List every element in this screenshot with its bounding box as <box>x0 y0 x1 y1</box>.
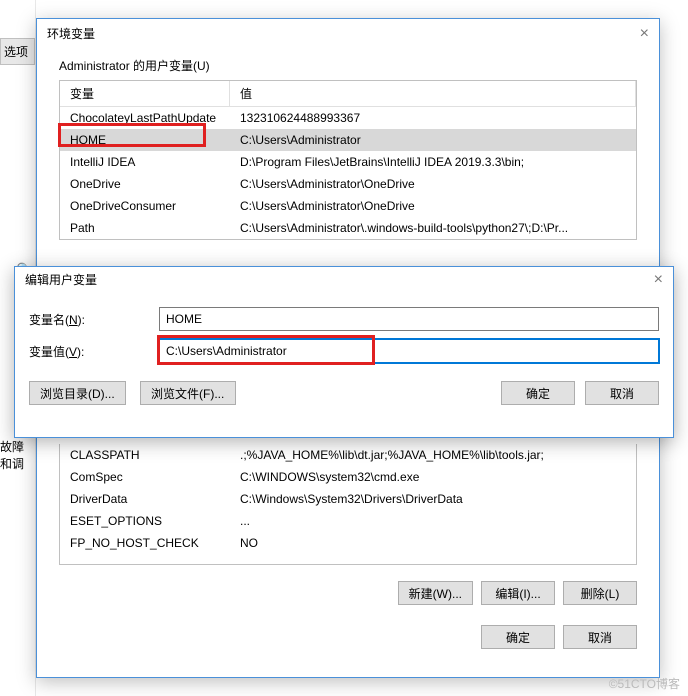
col-variable[interactable]: 变量 <box>60 81 230 106</box>
options-tab[interactable]: 选项 <box>0 38 35 65</box>
table-row[interactable]: HOME C:\Users\Administrator <box>60 129 636 151</box>
browse-dir-button[interactable]: 浏览目录(D)... <box>29 381 126 405</box>
system-vars-btn-row: 新建(W)... 编辑(I)... 删除(L) <box>37 573 659 617</box>
new-button[interactable]: 新建(W)... <box>398 581 473 605</box>
edit-titlebar[interactable]: 编辑用户变量 × <box>15 267 673 293</box>
ok-button[interactable]: 确定 <box>501 381 575 405</box>
edit-title: 编辑用户变量 <box>25 267 97 293</box>
var-value-label: 变量值(V): <box>29 343 159 360</box>
cancel-button[interactable]: 取消 <box>563 625 637 649</box>
table-row[interactable]: DriverData C:\Windows\System32\Drivers\D… <box>60 488 636 510</box>
table-row[interactable]: ChocolateyLastPathUpdate 132310624488993… <box>60 107 636 129</box>
table-row[interactable]: IntelliJ IDEA D:\Program Files\JetBrains… <box>60 151 636 173</box>
cancel-button[interactable]: 取消 <box>585 381 659 405</box>
table-row[interactable]: OneDriveConsumer C:\Users\Administrator\… <box>60 195 636 217</box>
table-row[interactable]: FP_NO_HOST_CHECK NO <box>60 532 636 554</box>
var-name-input[interactable] <box>159 307 659 331</box>
close-icon[interactable]: × <box>654 267 663 293</box>
table-row[interactable]: ComSpec C:\WINDOWS\system32\cmd.exe <box>60 466 636 488</box>
env-title: 环境变量 <box>47 19 95 49</box>
system-vars-table[interactable]: CLASSPATH .;%JAVA_HOME%\lib\dt.jar;%JAVA… <box>59 444 637 565</box>
user-vars-header: 变量 值 <box>60 81 636 107</box>
env-titlebar[interactable]: 环境变量 × <box>37 19 659 49</box>
table-row[interactable]: OneDrive C:\Users\Administrator\OneDrive <box>60 173 636 195</box>
var-value-input[interactable] <box>159 339 659 363</box>
table-row[interactable]: Path C:\Users\Administrator\.windows-bui… <box>60 217 636 239</box>
user-vars-table[interactable]: 变量 值 ChocolateyLastPathUpdate 1323106244… <box>59 80 637 240</box>
var-name-label: 变量名(N): <box>29 311 159 328</box>
user-vars-label: Administrator 的用户变量(U) <box>37 49 659 80</box>
ok-button[interactable]: 确定 <box>481 625 555 649</box>
env-dialog-footer: 确定 取消 <box>37 617 659 661</box>
delete-button[interactable]: 删除(L) <box>563 581 637 605</box>
col-value[interactable]: 值 <box>230 81 636 106</box>
edit-user-variable-dialog: 编辑用户变量 × 变量名(N): 变量值(V): 浏览目录(D)... 浏览文件… <box>14 266 674 438</box>
table-row[interactable]: ESET_OPTIONS ... <box>60 510 636 532</box>
browse-file-button[interactable]: 浏览文件(F)... <box>140 381 236 405</box>
close-icon[interactable]: × <box>640 19 649 49</box>
fault-label: 故障和调 <box>0 438 35 472</box>
table-row[interactable]: CLASSPATH .;%JAVA_HOME%\lib\dt.jar;%JAVA… <box>60 444 636 466</box>
edit-button[interactable]: 编辑(I)... <box>481 581 555 605</box>
